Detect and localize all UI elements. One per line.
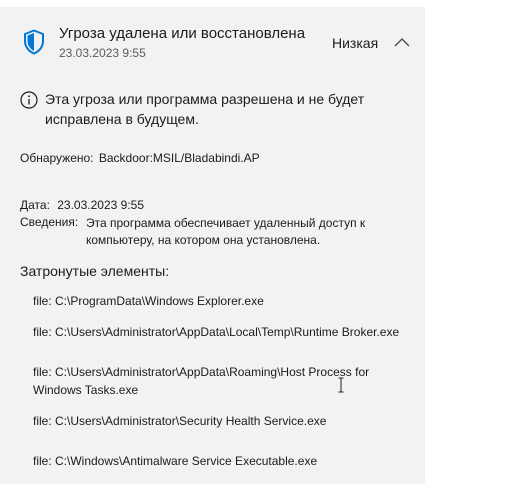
affected-file-item: file: C:\Users\Administrator\AppData\Roa… <box>33 365 370 397</box>
threat-header[interactable]: Угроза удалена или восстановлена 23.03.2… <box>0 7 425 67</box>
info-value: Эта программа обеспечивает удаленный дос… <box>86 216 366 247</box>
affected-file-item: file: C:\ProgramData\Windows Explorer.ex… <box>33 294 264 308</box>
affected-items-title: Затронутые элементы: <box>20 263 170 279</box>
affected-file-item: file: C:\Windows\Antimalware Service Exe… <box>33 454 318 468</box>
detected-row: Обнаружено: Backdoor:MSIL/Bladabindi.AP <box>20 151 260 165</box>
affected-file-item: file: C:\Users\Administrator\Security He… <box>33 414 327 428</box>
shield-icon <box>24 29 44 55</box>
date-label: Дата: <box>20 198 50 212</box>
threat-title: Угроза удалена или восстановлена <box>59 25 306 42</box>
threat-details-card: Угроза удалена или восстановлена 23.03.2… <box>0 7 425 484</box>
detected-label: Обнаружено: <box>20 151 94 165</box>
date-row: Дата: 23.03.2023 9:55 <box>20 198 144 212</box>
info-icon <box>20 91 38 109</box>
info-message-text: Эта угроза или программа разрешена и не … <box>45 91 365 127</box>
text-cursor-icon <box>338 377 344 393</box>
chevron-up-icon[interactable] <box>393 35 411 49</box>
affected-file-item: file: C:\Users\Administrator\AppData\Loc… <box>33 325 400 339</box>
severity-label: Низкая <box>332 35 379 51</box>
info-label: Сведения: <box>20 215 79 229</box>
date-value: 23.03.2023 9:55 <box>57 198 144 212</box>
threat-date: 23.03.2023 9:55 <box>59 46 146 60</box>
detected-value: Backdoor:MSIL/Bladabindi.AP <box>98 151 260 165</box>
